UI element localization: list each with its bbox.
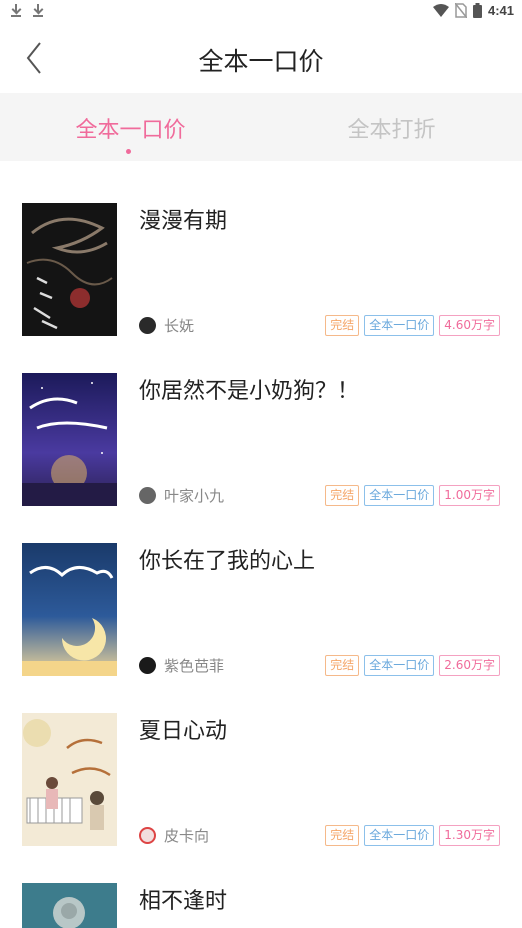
list-item[interactable]: 夏日心动 皮卡向 完结 全本一口价 1.30万字 xyxy=(0,713,522,883)
word-count-badge: 1.30万字 xyxy=(439,825,500,846)
word-count-badge: 2.60万字 xyxy=(439,655,500,676)
no-sim-icon xyxy=(454,3,467,18)
status-badge: 完结 xyxy=(325,825,360,846)
book-cover[interactable] xyxy=(22,543,117,676)
download-icon xyxy=(10,3,22,17)
word-count-badge: 1.00万字 xyxy=(439,485,500,506)
status-bar-left xyxy=(10,3,44,17)
book-title[interactable]: 你长在了我的心上 xyxy=(139,543,315,575)
author-name: 长妩 xyxy=(164,317,195,335)
book-tags: 完结 全本一口价 2.60万字 xyxy=(325,655,500,676)
book-tags: 完结 全本一口价 1.30万字 xyxy=(325,825,500,846)
book-cover[interactable] xyxy=(22,883,117,928)
list-item[interactable]: 你长在了我的心上 紫色芭菲 完结 全本一口价 2.60万字 xyxy=(0,543,522,713)
book-title[interactable]: 相不逢时 xyxy=(139,883,227,915)
tab-bar: 全本一口价 全本打折 xyxy=(0,93,522,161)
book-tags: 完结 全本一口价 4.60万字 xyxy=(325,315,500,336)
wifi-icon xyxy=(432,4,449,17)
book-title[interactable]: 夏日心动 xyxy=(139,713,227,745)
book-cover[interactable] xyxy=(22,203,117,336)
list-item[interactable]: 你居然不是小奶狗？！ 叶家小九 完结 全本一口价 1.00万字 xyxy=(0,373,522,543)
status-badge: 完结 xyxy=(325,485,360,506)
status-badge: 完结 xyxy=(325,315,360,336)
author: 长妩 xyxy=(139,315,194,336)
price-type-badge: 全本一口价 xyxy=(364,485,435,506)
status-time: 4:41 xyxy=(487,3,514,18)
book-title[interactable]: 漫漫有期 xyxy=(139,203,227,235)
status-bar: 4:41 xyxy=(0,0,522,24)
author: 叶家小九 xyxy=(139,485,224,506)
battery-icon xyxy=(472,3,482,18)
price-type-badge: 全本一口价 xyxy=(364,655,435,676)
page-title: 全本一口价 xyxy=(198,47,324,76)
list-item[interactable]: 漫漫有期 长妩 完结 全本一口价 4.60万字 xyxy=(0,203,522,373)
book-title[interactable]: 你居然不是小奶狗？！ xyxy=(139,373,359,405)
download-icon xyxy=(32,3,44,17)
price-type-badge: 全本一口价 xyxy=(364,315,435,336)
status-bar-right: 4:41 xyxy=(432,3,514,18)
author-name: 皮卡向 xyxy=(164,827,210,845)
active-tab-indicator xyxy=(126,149,131,154)
book-cover[interactable] xyxy=(22,373,117,506)
status-badge: 完结 xyxy=(325,655,360,676)
tab-whole-book-discount[interactable]: 全本打折 xyxy=(261,93,522,161)
author: 皮卡向 xyxy=(139,825,209,846)
price-type-badge: 全本一口价 xyxy=(364,825,435,846)
avatar xyxy=(139,827,156,844)
author-name: 叶家小九 xyxy=(164,487,225,505)
word-count-badge: 4.60万字 xyxy=(439,315,500,336)
avatar xyxy=(139,317,156,334)
book-cover[interactable] xyxy=(22,713,117,846)
avatar xyxy=(139,657,156,674)
avatar xyxy=(139,487,156,504)
author: 紫色芭菲 xyxy=(139,655,224,676)
list-item[interactable]: 相不逢时 xyxy=(0,883,522,928)
author-name: 紫色芭菲 xyxy=(164,657,225,675)
nav-bar: 全本一口价 xyxy=(0,24,522,92)
book-tags: 完结 全本一口价 1.00万字 xyxy=(325,485,500,506)
